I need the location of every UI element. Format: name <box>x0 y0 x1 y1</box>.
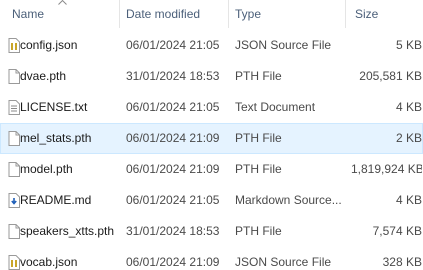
file-type: JSON Source File <box>235 255 332 269</box>
file-size: 5 KB <box>395 38 422 52</box>
file-name: model.pth <box>20 162 73 176</box>
file-date: 06/01/2024 21:05 <box>126 38 220 52</box>
file-type: PTH File <box>235 162 282 176</box>
file-explorer: Name Date modified Type Size config.json… <box>0 0 423 270</box>
file-row-selected[interactable]: mel_stats.pth 06/01/2024 21:09 PTH File … <box>0 123 423 154</box>
file-row[interactable]: LICENSE.txt 06/01/2024 21:05 Text Docume… <box>0 92 423 123</box>
file-name: LICENSE.txt <box>20 100 88 114</box>
file-size: 7,574 KB <box>372 224 422 238</box>
column-header: Name Date modified Type Size <box>0 0 423 28</box>
file-name: dvae.pth <box>20 69 67 83</box>
generic-file-icon <box>4 124 20 153</box>
json-file-icon <box>4 248 20 270</box>
file-row[interactable]: README.md 06/01/2024 21:05 Markdown Sour… <box>0 185 423 216</box>
file-name: config.json <box>20 38 78 52</box>
markdown-file-icon <box>4 186 20 215</box>
column-date-header[interactable]: Date modified <box>116 0 228 28</box>
file-date: 06/01/2024 21:09 <box>126 162 220 176</box>
column-size-header[interactable]: Size <box>345 0 423 28</box>
file-type: PTH File <box>235 131 282 145</box>
file-row[interactable]: vocab.json 06/01/2024 21:09 JSON Source … <box>0 247 423 270</box>
file-size: 1,819,924 KB <box>351 162 422 176</box>
file-date: 31/01/2024 18:53 <box>126 69 220 83</box>
file-date: 06/01/2024 21:05 <box>126 193 220 207</box>
column-type-header[interactable]: Type <box>225 0 345 28</box>
file-row[interactable]: config.json 06/01/2024 21:05 JSON Source… <box>0 30 423 61</box>
file-type: PTH File <box>235 224 282 238</box>
file-type: Markdown Source... <box>235 193 342 207</box>
file-name: mel_stats.pth <box>20 131 92 145</box>
file-date: 06/01/2024 21:09 <box>126 131 220 145</box>
generic-file-icon <box>4 217 20 246</box>
file-row[interactable]: speakers_xtts.pth 31/01/2024 18:53 PTH F… <box>0 216 423 247</box>
file-row[interactable]: dvae.pth 31/01/2024 18:53 PTH File 205,5… <box>0 61 423 92</box>
file-name: vocab.json <box>20 255 78 269</box>
file-name: README.md <box>20 193 92 207</box>
text-file-icon <box>4 93 20 122</box>
file-type: Text Document <box>235 100 316 114</box>
file-date: 06/01/2024 21:05 <box>126 100 220 114</box>
file-list: config.json 06/01/2024 21:05 JSON Source… <box>0 30 423 270</box>
file-name: speakers_xtts.pth <box>20 224 115 238</box>
file-date: 31/01/2024 18:53 <box>126 224 220 238</box>
file-size: 4 KB <box>395 193 422 207</box>
column-name-header[interactable]: Name <box>2 0 120 28</box>
file-size: 328 KB <box>382 255 422 269</box>
file-row[interactable]: model.pth 06/01/2024 21:09 PTH File 1,81… <box>0 154 423 185</box>
file-size: 205,581 KB <box>359 69 422 83</box>
json-file-icon <box>4 31 20 60</box>
file-type: JSON Source File <box>235 38 332 52</box>
file-date: 06/01/2024 21:09 <box>126 255 220 269</box>
file-size: 4 KB <box>395 100 422 114</box>
file-type: PTH File <box>235 69 282 83</box>
generic-file-icon <box>4 155 20 184</box>
file-size: 2 KB <box>395 131 422 145</box>
generic-file-icon <box>4 62 20 91</box>
